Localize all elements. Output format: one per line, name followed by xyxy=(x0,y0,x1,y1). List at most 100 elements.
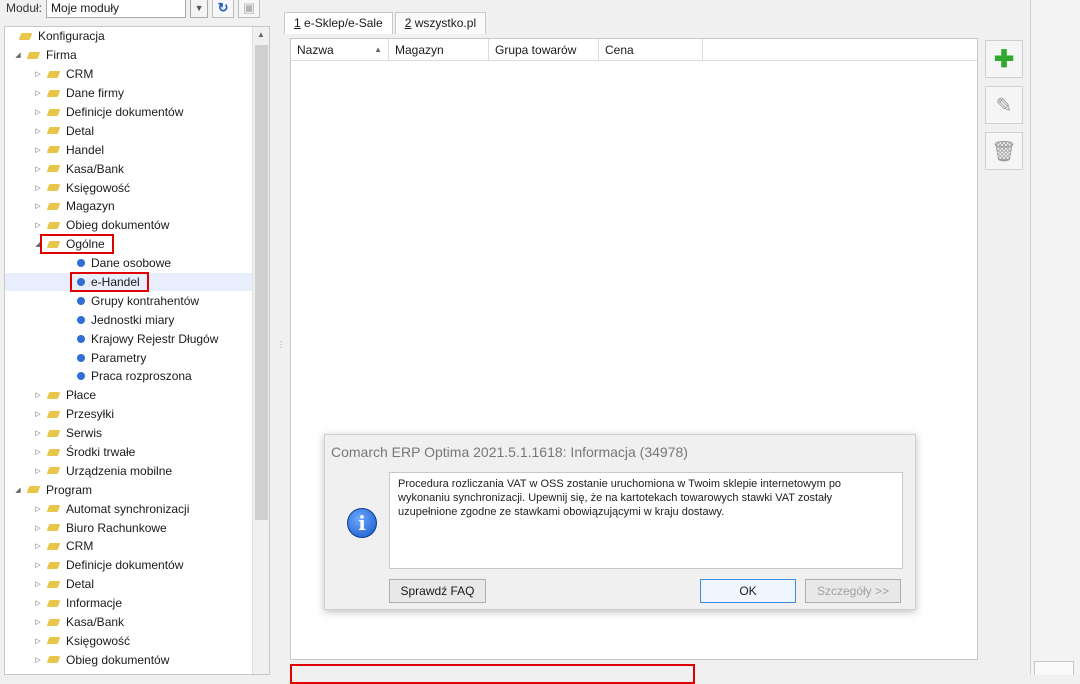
tree-list: Konfiguracja◢Firma▷CRM▷Dane firmy▷Defini… xyxy=(5,27,253,675)
tree-node[interactable]: ▷Informacje xyxy=(5,594,253,613)
tab-bar: 1 e-Sklep/e-Sale 2 wszystko.pl xyxy=(284,12,488,34)
tree-node[interactable]: ◢Program xyxy=(5,480,253,499)
faq-button[interactable]: Sprawdź FAQ xyxy=(389,579,486,603)
right-pane-button[interactable] xyxy=(1034,661,1074,675)
collapse-icon[interactable]: ▷ xyxy=(33,637,43,645)
folder-icon xyxy=(47,240,61,249)
col-cena[interactable]: Cena xyxy=(599,39,703,60)
tab-label: wszystko.pl xyxy=(411,16,476,30)
collapse-icon[interactable]: ▷ xyxy=(33,184,43,192)
chevron-down-icon[interactable]: ▼ xyxy=(190,0,208,18)
collapse-icon[interactable]: ▷ xyxy=(33,599,43,607)
tree-node[interactable]: ▷Dane firmy xyxy=(5,84,253,103)
collapse-icon[interactable]: ▷ xyxy=(33,656,43,664)
collapse-icon[interactable]: ▷ xyxy=(33,618,43,626)
folder-icon xyxy=(47,221,61,230)
add-icon[interactable]: ✚ xyxy=(985,40,1023,78)
tree-node[interactable]: ▷Definicje dokumentów xyxy=(5,556,253,575)
tree-node[interactable]: ▷ Biuro Rachunkowe xyxy=(5,518,253,537)
collapse-icon[interactable]: ▷ xyxy=(33,410,43,418)
tree-node[interactable]: ▷Obieg dokumentów xyxy=(5,216,253,235)
collapse-icon[interactable]: ▷ xyxy=(33,391,43,399)
leaf-icon xyxy=(77,372,85,380)
scroll-up-icon[interactable]: ▲ xyxy=(253,27,269,43)
folder-icon xyxy=(47,618,61,627)
collapse-icon[interactable]: ▷ xyxy=(33,580,43,588)
splitter-handle[interactable]: ⋮ xyxy=(277,340,280,349)
folder-icon xyxy=(27,51,41,60)
tree-node[interactable]: ▷Handel xyxy=(5,140,253,159)
ok-button[interactable]: OK xyxy=(700,579,796,603)
tree-node[interactable]: ▷Automat synchronizacji xyxy=(5,499,253,518)
tree-node[interactable]: Jednostki miary xyxy=(5,310,253,329)
col-nazwa[interactable]: Nazwa▲ xyxy=(291,39,389,60)
tree-node[interactable]: e-Handel xyxy=(5,273,253,292)
tree-node[interactable]: Krajowy Rejestr Długów xyxy=(5,329,253,348)
collapse-icon[interactable]: ▷ xyxy=(33,448,43,456)
tab-key: 1 xyxy=(294,16,301,30)
tab-wszystko[interactable]: 2 wszystko.pl xyxy=(395,12,486,34)
col-grupa[interactable]: Grupa towarów xyxy=(489,39,599,60)
tree-node[interactable]: ▷Kasa/Bank xyxy=(5,159,253,178)
collapse-icon[interactable]: ▷ xyxy=(33,467,43,475)
expand-icon[interactable]: ◢ xyxy=(13,51,23,59)
collapse-icon[interactable]: ▷ xyxy=(33,202,43,210)
side-buttons: ✚ ✎ 🗑 xyxy=(985,40,1023,170)
tree-node[interactable]: ▷Definicje dokumentów xyxy=(5,103,253,122)
tree-node[interactable]: Dane osobowe xyxy=(5,254,253,273)
tree-node[interactable]: ▷Przesyłki xyxy=(5,405,253,424)
tree-node[interactable]: ◢Ogólne xyxy=(5,235,253,254)
module-combo[interactable]: Moje moduły xyxy=(46,0,186,18)
delete-icon[interactable]: 🗑 xyxy=(985,132,1023,170)
collapse-icon[interactable]: ▷ xyxy=(33,127,43,135)
tree-node-label: Grupy kontrahentów xyxy=(91,294,199,308)
tree-node[interactable]: Parametry xyxy=(5,348,253,367)
collapse-icon[interactable]: ▷ xyxy=(33,542,43,550)
tree-node[interactable]: ▷Środki trwałe xyxy=(5,443,253,462)
tree-node[interactable]: ▷Księgowość xyxy=(5,632,253,651)
tree-node-label: Biuro Rachunkowe xyxy=(66,521,167,535)
collapse-icon[interactable]: ▷ xyxy=(33,561,43,569)
collapse-icon[interactable]: ▷ xyxy=(33,505,43,513)
expand-icon[interactable]: ◢ xyxy=(33,240,43,248)
collapse-icon[interactable]: ▷ xyxy=(33,165,43,173)
tree-node[interactable]: ▷CRM xyxy=(5,537,253,556)
module-extra-icon[interactable]: ▣ xyxy=(238,0,260,18)
scroll-thumb[interactable] xyxy=(255,45,268,520)
sort-asc-icon: ▲ xyxy=(374,45,382,54)
tree-node[interactable]: ▷Urządzenia mobilne xyxy=(5,461,253,480)
tree-node[interactable]: ▷Detal xyxy=(5,121,253,140)
tree-node-label: Konfiguracja xyxy=(38,29,105,43)
collapse-icon[interactable]: ▷ xyxy=(33,524,43,532)
col-magazyn[interactable]: Magazyn xyxy=(389,39,489,60)
collapse-icon[interactable]: ▷ xyxy=(33,70,43,78)
tree-node[interactable]: Grupy kontrahentów xyxy=(5,291,253,310)
tree-node[interactable]: Konfiguracja xyxy=(5,27,253,46)
refresh-icon[interactable]: ↻ xyxy=(212,0,234,18)
tree-node[interactable]: ▷Księgowość xyxy=(5,178,253,197)
tree-node[interactable]: ▷Obieg dokumentów xyxy=(5,650,253,669)
folder-icon xyxy=(47,89,61,98)
tree-node[interactable]: ▷Płace xyxy=(5,386,253,405)
collapse-icon[interactable]: ▷ xyxy=(33,146,43,154)
tree-node[interactable]: ▷Kasa/Bank xyxy=(5,613,253,632)
tree-node[interactable]: Praca rozproszona xyxy=(5,367,253,386)
tree-node[interactable]: ▷OCR xyxy=(5,669,253,675)
tree-scrollbar[interactable]: ▲ xyxy=(252,27,269,674)
tree-node[interactable]: ▷CRM xyxy=(5,65,253,84)
tree-node-label: e-Handel xyxy=(91,275,140,289)
collapse-icon[interactable]: ▷ xyxy=(33,221,43,229)
collapse-icon[interactable]: ▷ xyxy=(33,429,43,437)
tree-node[interactable]: ◢Firma xyxy=(5,46,253,65)
tree-node[interactable]: ▷Magazyn xyxy=(5,197,253,216)
bottom-highlight xyxy=(290,664,695,684)
tree-node[interactable]: ▷ Serwis xyxy=(5,424,253,443)
collapse-icon[interactable]: ▷ xyxy=(33,108,43,116)
tab-e-sklep[interactable]: 1 e-Sklep/e-Sale xyxy=(284,12,393,34)
tree-node-label: Serwis xyxy=(66,426,102,440)
expand-icon[interactable]: ◢ xyxy=(13,486,23,494)
collapse-icon[interactable]: ▷ xyxy=(33,89,43,97)
details-button[interactable]: Szczegóły >> xyxy=(805,579,901,603)
edit-icon[interactable]: ✎ xyxy=(985,86,1023,124)
tree-node[interactable]: ▷Detal xyxy=(5,575,253,594)
